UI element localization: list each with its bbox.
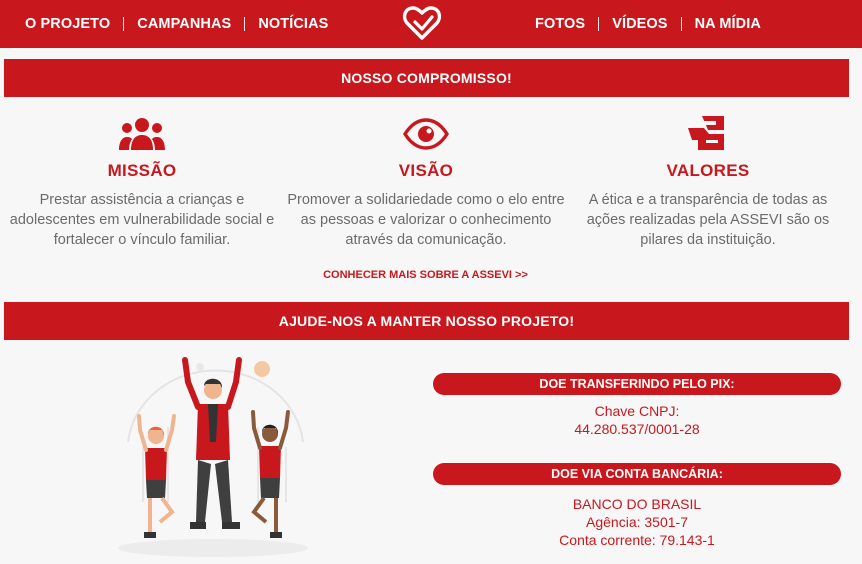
values-text: A ética e a transparência de todas as aç…	[586, 192, 830, 248]
nav-link-na-midia[interactable]: NA MÍDIA	[682, 16, 774, 32]
nav-link-campanhas[interactable]: CAMPANHAS	[124, 16, 244, 32]
pix-donation-label: DOE TRANSFERINDO PELO PIX:	[433, 373, 841, 395]
nav-link-noticias[interactable]: NOTÍCIAS	[245, 16, 341, 32]
nav-link-videos[interactable]: VÍDEOS	[599, 16, 680, 32]
exercising-people-illustration	[118, 357, 308, 557]
nav-right-group: FOTOS VÍDEOS NA MÍDIA	[522, 0, 774, 48]
bank-donation-label: DOE VIA CONTA BANCÁRIA:	[433, 463, 841, 485]
nav-link-fotos[interactable]: FOTOS	[522, 16, 598, 32]
people-icon	[119, 118, 165, 150]
mission-column: MISSÃO Prestar assistência a crianças e …	[2, 112, 282, 250]
pix-key-value: 44.280.537/0001-28	[574, 421, 700, 437]
help-heading: AJUDE-NOS A MANTER NOSSO PROJETO!	[4, 302, 849, 340]
nav-left-group: O PROJETO CAMPANHAS NOTÍCIAS	[12, 0, 341, 48]
nav-divider	[123, 17, 125, 31]
eye-icon	[403, 118, 449, 150]
top-navigation-bar: O PROJETO CAMPANHAS NOTÍCIAS FOTOS VÍDEO…	[0, 0, 862, 48]
learn-more-link[interactable]: CONHECER MAIS SOBRE A ASSEVI >>	[0, 269, 851, 281]
vision-title: VISÃO	[398, 161, 454, 180]
bank-name: BANCO DO BRASIL	[572, 496, 702, 512]
nav-divider	[680, 17, 682, 31]
nav-divider	[244, 17, 246, 31]
bank-account: Conta corrente: 79.143-1	[559, 532, 715, 548]
commitment-heading: NOSSO COMPROMISSO!	[4, 59, 849, 97]
bank-agency: Agência: 3501-7	[586, 514, 688, 530]
vision-column: VISÃO Promover a solidariedade como o el…	[286, 112, 566, 250]
mission-title: MISSÃO	[107, 161, 177, 180]
values-column: VALORES A ética e a transparência de tod…	[568, 112, 848, 250]
heart-logo-icon[interactable]	[402, 3, 442, 43]
pix-info: Chave CNPJ: 44.280.537/0001-28	[433, 402, 841, 438]
pix-key-label: Chave CNPJ:	[594, 403, 680, 419]
values-title: VALORES	[666, 161, 750, 180]
nav-divider	[598, 17, 600, 31]
mission-text: Prestar assistência a crianças e adolesc…	[9, 192, 275, 248]
bank-info: BANCO DO BRASIL Agência: 3501-7 Conta co…	[433, 495, 841, 549]
nav-link-o-projeto[interactable]: O PROJETO	[12, 16, 123, 32]
handshake-icon	[688, 116, 724, 150]
vision-text: Promover a solidariedade como o elo entr…	[287, 192, 565, 248]
